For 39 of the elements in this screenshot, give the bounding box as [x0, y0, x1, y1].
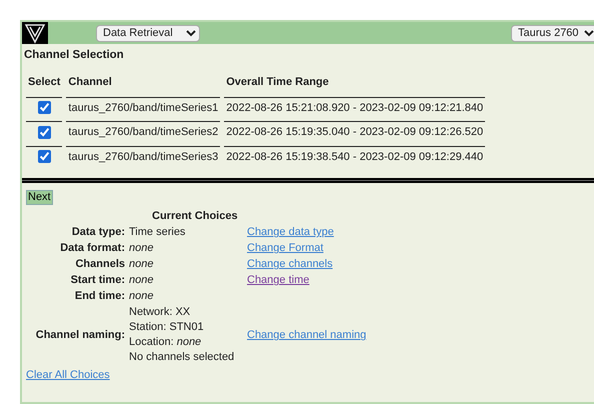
field-label: End time:: [74, 289, 125, 304]
field-value: Station: STN01: [129, 320, 205, 336]
change-link[interactable]: Change time: [247, 274, 310, 286]
table-cell: 2022-08-26 15:21:08.920 - 2023-02-09 09:12:21.840: [224, 96, 486, 122]
field-value: Location: none: [129, 335, 202, 350]
change-link[interactable]: Change data type: [247, 226, 334, 238]
section-title: Current Choices: [152, 208, 239, 224]
field-label: Data format:: [59, 241, 125, 256]
mode-dropdown[interactable]: Data Retrieval: [96, 24, 200, 42]
field-value: none: [129, 258, 154, 270]
column-header: Channel: [67, 75, 113, 90]
field-label: Data type:: [70, 225, 125, 240]
next-button[interactable]: Next: [26, 190, 53, 206]
field-label: Channels: [74, 257, 125, 272]
column-header: Overall Time Range: [225, 75, 330, 90]
change-link[interactable]: Change channel naming: [247, 329, 366, 342]
field-value: Network: XX: [129, 305, 192, 320]
field-value: none: [129, 274, 154, 286]
field-label: Start time:: [70, 273, 125, 288]
checkbox[interactable]: [38, 150, 51, 164]
field-label: Channel naming:: [34, 328, 125, 342]
table-cell: 2022-08-26 15:19:38.540 - 2023-02-09 09:12:29.440: [224, 146, 486, 170]
logo-icon: [22, 22, 48, 44]
table-cell: taurus_2760/band/timeSeries3: [66, 146, 220, 170]
field-value: none: [129, 290, 154, 302]
table-cell: taurus_2760/band/timeSeries2: [66, 121, 220, 146]
clear-link[interactable]: Clear All Choices: [26, 367, 110, 384]
change-link[interactable]: Change Format: [247, 242, 324, 254]
field-value: none: [129, 242, 154, 254]
field-value: Time series: [129, 226, 186, 238]
column-header: Select: [27, 75, 62, 90]
table-cell: 2022-08-26 15:19:35.040 - 2023-02-09 09:12:26.520: [224, 121, 486, 146]
field-value: No channels selected: [129, 350, 236, 366]
device-dropdown[interactable]: Taurus 2760: [511, 24, 594, 42]
table-cell: taurus_2760/band/timeSeries1: [66, 96, 220, 122]
change-link[interactable]: Change channels: [247, 258, 333, 270]
checkbox[interactable]: [38, 101, 51, 114]
section-title: Channel Selection: [23, 48, 125, 63]
checkbox[interactable]: [38, 126, 51, 139]
